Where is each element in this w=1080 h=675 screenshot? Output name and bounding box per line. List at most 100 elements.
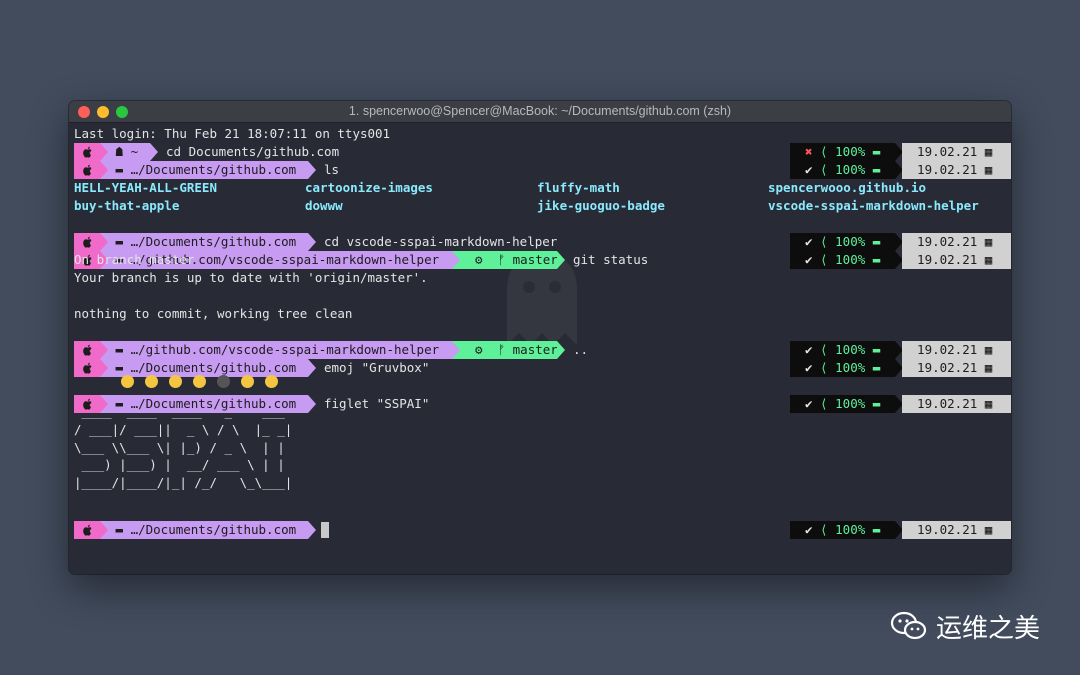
calendar-icon: ▦ [977, 252, 993, 267]
apple-icon [74, 521, 100, 539]
folder-icon: ▬ [108, 342, 131, 357]
battery-level: 100% [835, 342, 866, 357]
battery-icon: ▬ [865, 342, 881, 357]
status-segment: ✔ ⟨ 100% ▬ [790, 521, 895, 539]
apple-icon [74, 143, 100, 161]
battery-icon: ▬ [865, 162, 881, 177]
watermark: 运维之美 [890, 609, 1041, 644]
git-status-line: Your branch is up to date with 'origin/m… [74, 270, 428, 285]
terminal-content[interactable]: Last login: Thu Feb 21 18:07:11 on ttys0… [69, 125, 1011, 574]
chevron-left-icon: ⟨ [812, 252, 836, 267]
status-segment: ✔ ⟨ 100% ▬ [790, 359, 895, 377]
segment-separator [452, 251, 460, 269]
ls-item: vscode-sspai-markdown-helper [768, 198, 979, 213]
ls-item: buy-that-apple [74, 198, 180, 213]
segment-separator [308, 395, 316, 413]
prompt-line: ☗ ~ cd Documents/github.com ✖ ⟨ 100% ▬ 19… [74, 143, 1011, 161]
success-status-icon: ✔ [790, 342, 813, 357]
calendar-icon: ▦ [977, 522, 993, 537]
segment-separator [100, 521, 108, 539]
battery-icon: ▬ [865, 360, 881, 375]
battery-icon: ▬ [865, 522, 881, 537]
command-text: git status [573, 252, 649, 267]
battery-level: 100% [835, 360, 866, 375]
segment-separator [150, 143, 158, 161]
pensive-emoji-icon [240, 375, 254, 388]
battery-level: 100% [835, 522, 866, 537]
battery-icon: ▬ [865, 144, 881, 159]
status-segment: ✔ ⟨ 100% ▬ [790, 251, 895, 269]
scream-emoji-icon [192, 375, 206, 388]
ls-item: jike-guoguo-badge [537, 198, 665, 213]
figlet-output: ____ ____ ____ _ ___ / ___|/ ___|| _ \ /… [74, 404, 293, 491]
calendar-icon: ▦ [977, 144, 993, 159]
git-branch-name: master [512, 252, 558, 267]
text-cursor [321, 522, 329, 538]
home-icon: ☗ [108, 144, 131, 159]
battery-icon: ▬ [865, 234, 881, 249]
date-segment: 19.02.21 ▦ [902, 395, 1011, 413]
chevron-left-icon: ⟨ [812, 360, 836, 375]
date-segment: 19.02.21 ▦ [902, 233, 1011, 251]
path-segment: ▬ …/Documents/github.com [108, 161, 308, 179]
git-status-line: nothing to commit, working tree clean [74, 306, 353, 321]
date-text: 19.02.21 [902, 162, 978, 177]
success-status-icon: ✔ [790, 360, 813, 375]
segment-separator [308, 161, 316, 179]
apple-icon [74, 341, 100, 359]
chevron-left-icon: ⟨ [812, 144, 836, 159]
ls-item: HELL-YEAH-ALL-GREEN [74, 180, 217, 195]
success-status-icon: ✔ [790, 396, 813, 411]
ls-output-row-1: HELL-YEAH-ALL-GREEN cartoonize-images fl… [74, 179, 1004, 197]
date-segment: 19.02.21 ▦ [902, 521, 1011, 539]
prompt-line: ▬ …/github.com/vscode-sspai-markdown-hel… [74, 341, 1011, 359]
ls-item: dowww [305, 198, 343, 213]
segment-separator [557, 341, 565, 359]
git-segment: ⚙ ᚠ master [460, 251, 558, 269]
path-segment: ▬ …/Documents/github.com [108, 233, 308, 251]
date-text: 19.02.21 [902, 360, 978, 375]
chevron-left-icon: ⟨ [812, 162, 836, 177]
status-segment: ✔ ⟨ 100% ▬ [790, 341, 895, 359]
segment-separator [557, 251, 565, 269]
chevron-left-icon: ⟨ [812, 522, 836, 537]
success-status-icon: ✔ [790, 162, 813, 177]
segment-separator [452, 341, 460, 359]
apple-icon [74, 161, 100, 179]
date-segment: 19.02.21 ▦ [902, 359, 1011, 377]
battery-level: 100% [835, 252, 866, 267]
ls-item: fluffy-math [537, 180, 620, 195]
date-text: 19.02.21 [902, 522, 978, 537]
title-bar: 1. spencerwoo@Spencer@MacBook: ~/Documen… [69, 101, 1011, 123]
date-segment: 19.02.21 ▦ [902, 161, 1011, 179]
ok-hand-emoji-icon [144, 375, 158, 388]
git-segment: ⚙ ᚠ master [460, 341, 558, 359]
path-segment: ▬ …/Documents/github.com [108, 521, 308, 539]
path-text: ~ [130, 144, 139, 159]
folder-icon: ▬ [108, 522, 131, 537]
segment-separator [100, 341, 108, 359]
calendar-icon: ▦ [977, 342, 993, 357]
segment-separator [308, 359, 316, 377]
git-branch-icon: ⚙ ᚠ [460, 342, 513, 357]
calendar-icon: ▦ [977, 162, 993, 177]
date-text: 19.02.21 [902, 396, 978, 411]
command-text: ls [324, 162, 340, 177]
path-text: …/Documents/github.com [130, 234, 297, 249]
segment-separator [308, 521, 316, 539]
watermark-text: 运维之美 [936, 613, 1041, 644]
command-text: cd Documents/github.com [166, 144, 340, 159]
success-status-icon: ✔ [790, 252, 813, 267]
command-text: emoj "Gruvbox" [324, 360, 430, 375]
prompt-line: ▬ …/Documents/github.com cd vscode-sspai-… [74, 233, 1011, 251]
path-text: …/Documents/github.com [130, 522, 297, 537]
date-text: 19.02.21 [902, 234, 978, 249]
ls-item: spencerwooo.github.io [768, 180, 927, 195]
date-text: 19.02.21 [902, 144, 978, 159]
status-segment: ✔ ⟨ 100% ▬ [790, 395, 895, 413]
path-segment: ▬ …/github.com/vscode-sspai-markdown-hel… [108, 341, 452, 359]
chevron-left-icon: ⟨ [812, 234, 836, 249]
date-segment: 19.02.21 ▦ [902, 251, 1011, 269]
last-login-line: Last login: Thu Feb 21 18:07:11 on ttys0… [74, 126, 391, 141]
git-branch-name: master [512, 342, 558, 357]
